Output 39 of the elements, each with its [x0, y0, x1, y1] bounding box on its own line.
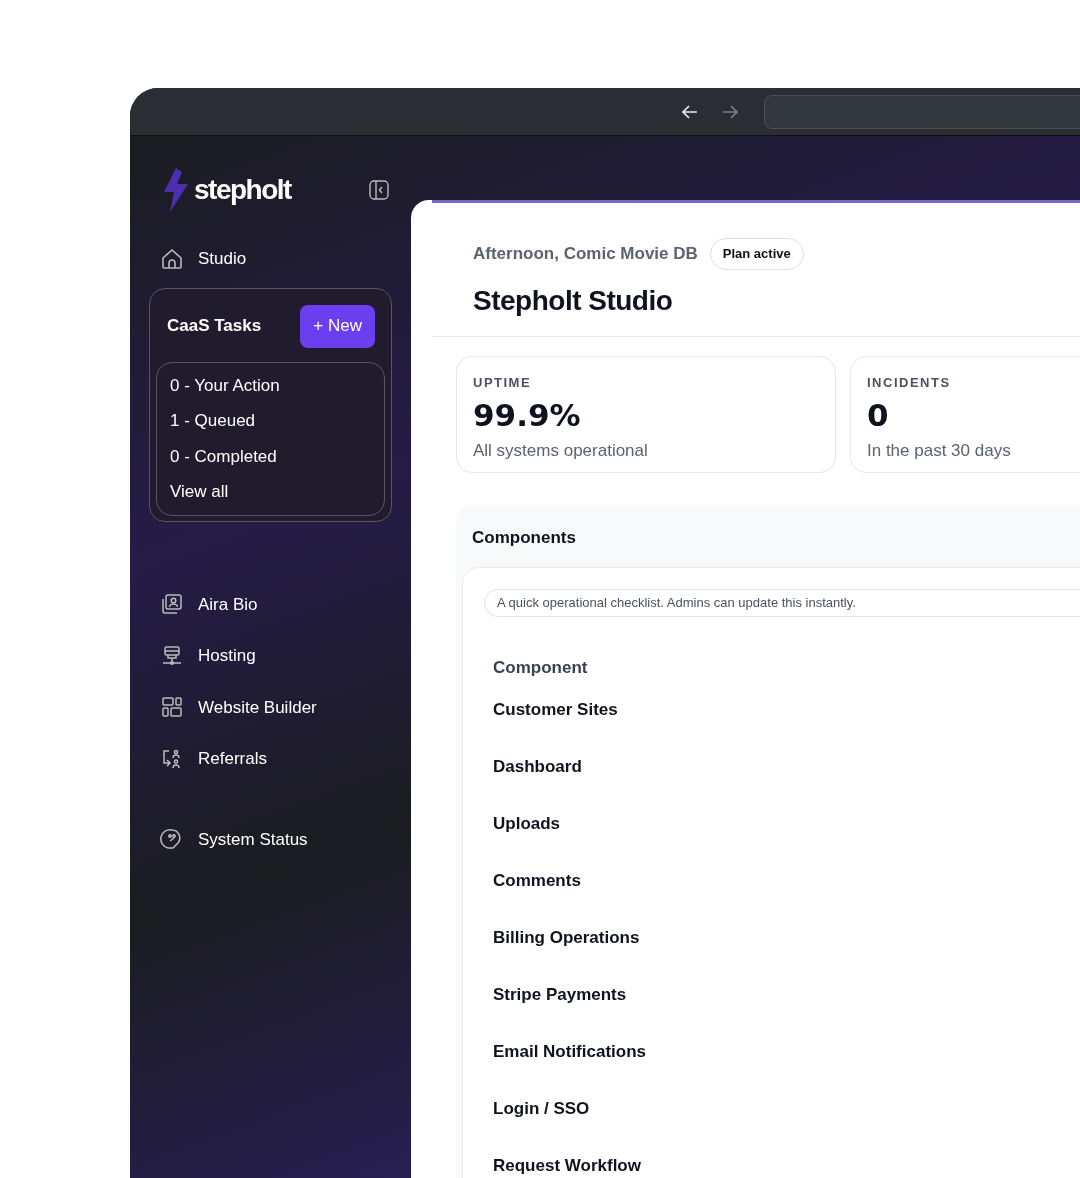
layout-grid-icon	[160, 695, 184, 720]
server-icon	[160, 643, 184, 668]
home-icon	[160, 246, 184, 271]
task-item[interactable]: 0 - Your Action	[170, 372, 371, 398]
stat-label: UPTIME	[473, 373, 533, 392]
section-title: Components	[471, 526, 577, 549]
stat-label: INCIDENTS	[867, 373, 952, 392]
stat-caption: In the past 30 days	[867, 440, 1012, 462]
task-item[interactable]: 1 - Queued	[170, 408, 371, 434]
collapse-sidebar-icon[interactable]	[369, 180, 389, 200]
greeting: Afternoon, Comic Movie DB	[473, 243, 698, 265]
nav-item[interactable]: Referrals	[198, 746, 267, 772]
table-cell-text: Email Notifications	[493, 1040, 648, 1063]
nav-item[interactable]: Aira Bio	[198, 591, 258, 617]
task-item[interactable]: View all	[170, 479, 371, 505]
table-cell-text: Comments	[493, 869, 582, 892]
stat-value: 99.9%	[473, 396, 582, 434]
table-cell-text: Request Workflow	[493, 1154, 642, 1177]
nav-item[interactable]: System Status	[198, 826, 308, 852]
table-cell-text: Billing Operations	[493, 926, 641, 949]
tasks-title: CaaS Tasks	[167, 315, 262, 338]
address-field[interactable]	[764, 94, 1080, 129]
brand-name: stepholt	[194, 173, 291, 207]
table-cell-text: Dashboard	[493, 755, 583, 778]
profile-card-icon	[160, 592, 184, 617]
table-cell-text: Stripe Payments	[493, 983, 628, 1006]
table-cell-text: Login / SSO	[493, 1097, 591, 1120]
new-task-button[interactable]: + New	[300, 304, 375, 348]
page-title: Stepholt Studio	[473, 283, 674, 318]
stat-caption: All systems operational	[473, 440, 649, 462]
table-cell-text: Customer Sites	[493, 698, 619, 721]
stat-value: 0	[867, 396, 890, 434]
nav-item[interactable]: Studio	[198, 246, 247, 272]
lightning-bolt-icon	[162, 168, 190, 212]
column-header: Component	[493, 658, 588, 677]
table-cell-text: Uploads	[493, 812, 562, 835]
task-item[interactable]: 0 - Completed	[170, 443, 371, 469]
nav-item[interactable]: Website Builder	[198, 694, 317, 720]
nav-item[interactable]: Hosting	[198, 643, 256, 669]
